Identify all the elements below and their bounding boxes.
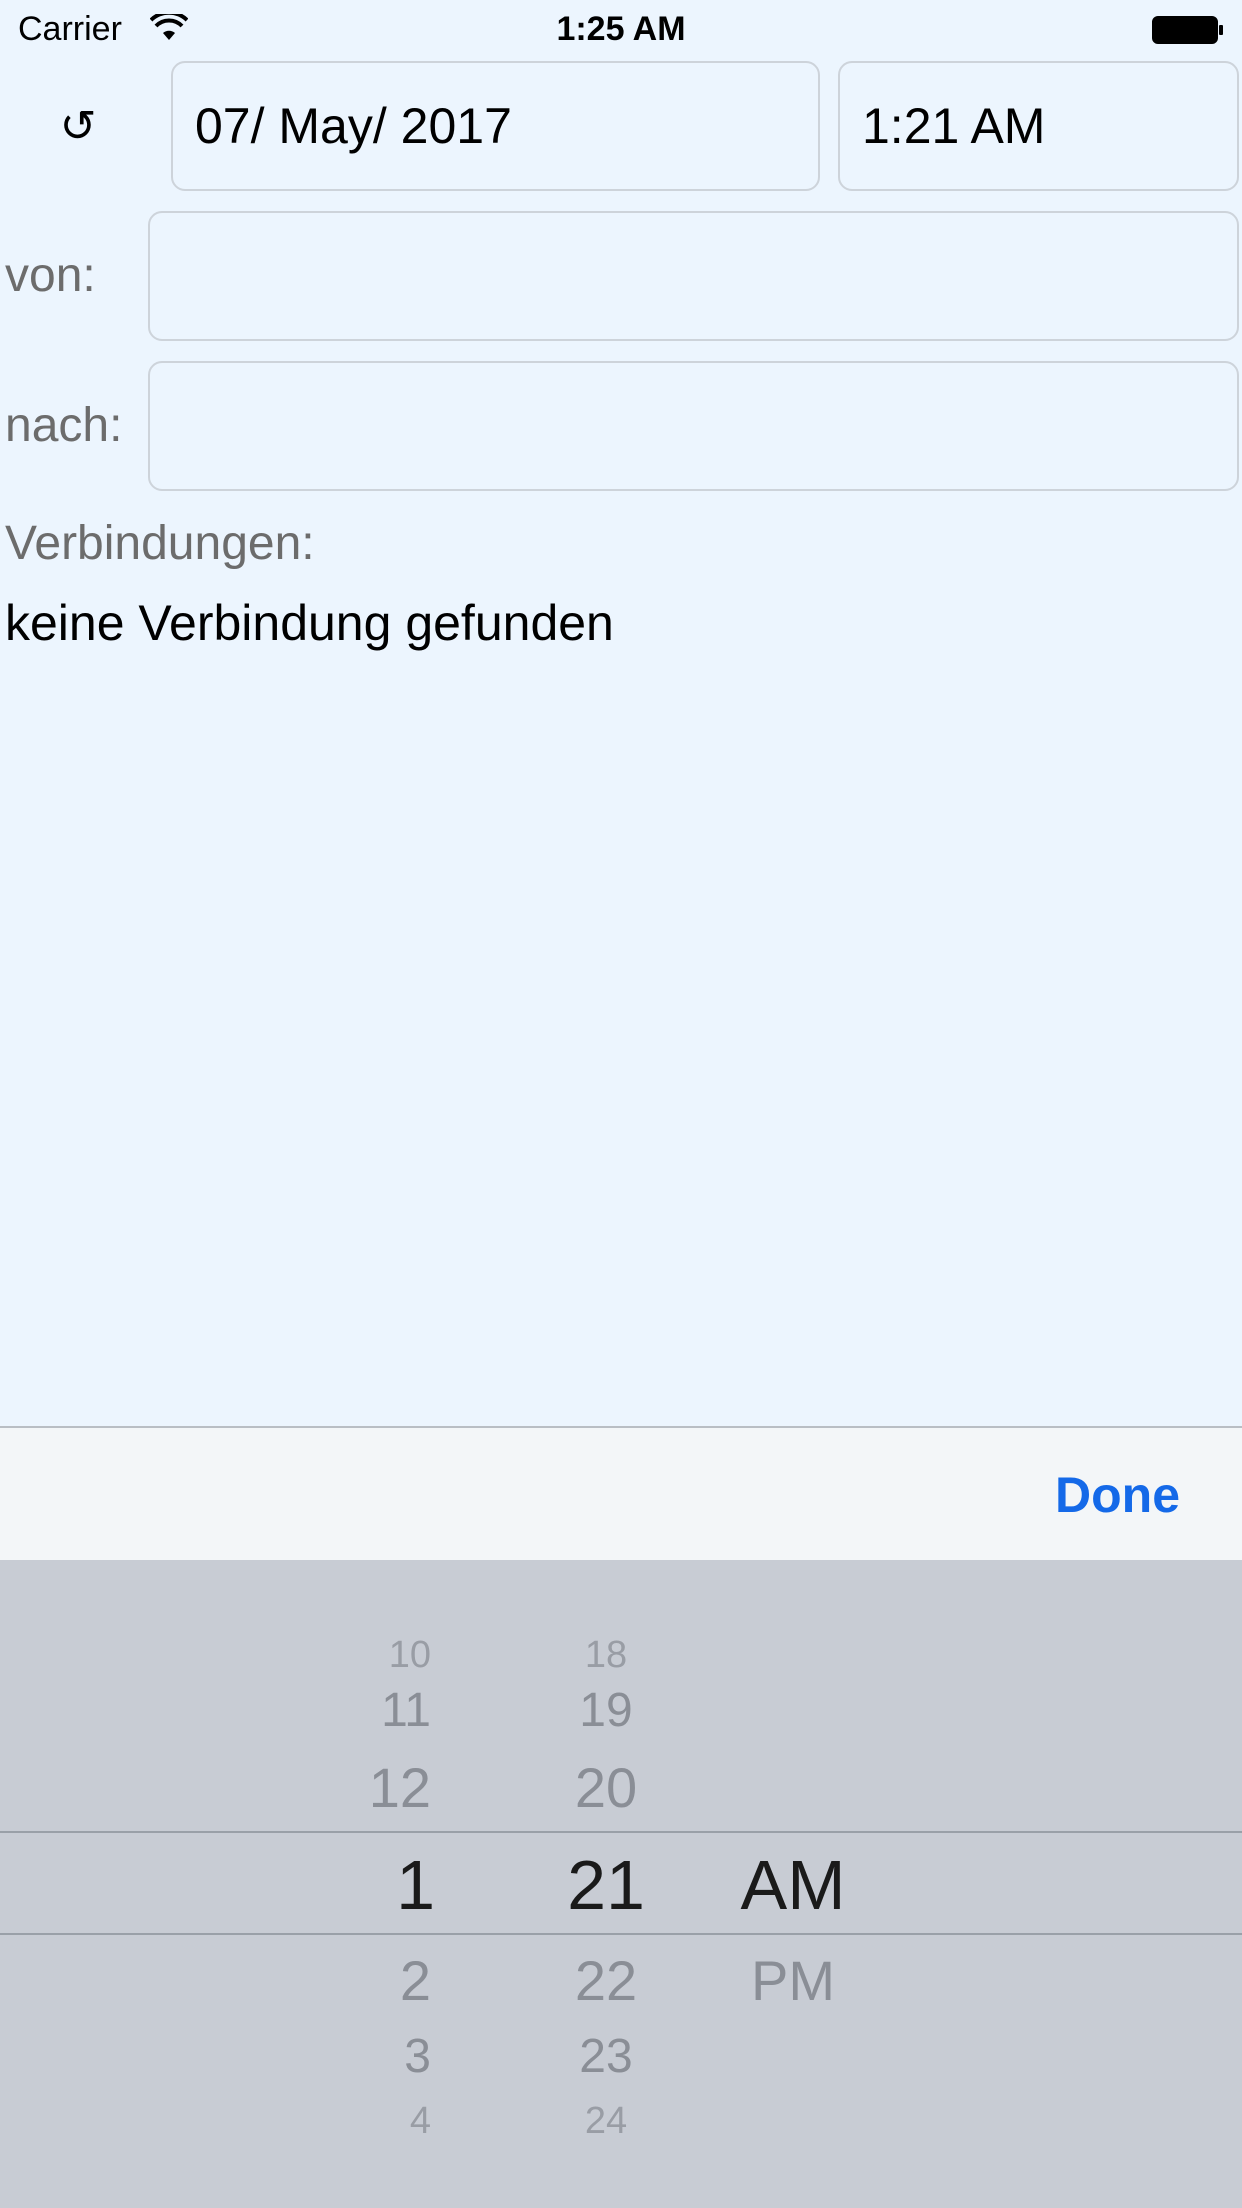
- connections-result: keine Verbindung gefunden: [5, 595, 614, 651]
- to-label: nach:: [5, 399, 123, 452]
- reset-button[interactable]: ↺: [40, 88, 116, 164]
- time-field[interactable]: 1:21 AM: [838, 61, 1239, 191]
- date-value: 07/ May/ 2017: [195, 98, 512, 154]
- minute-option: 19: [579, 1684, 633, 1737]
- time-value: 1:21 AM: [862, 98, 1046, 154]
- hour-option: 10: [388, 1634, 431, 1676]
- minute-option-selected: 21: [567, 1846, 645, 1924]
- connections-label: Verbindungen:: [5, 517, 315, 570]
- status-clock: 1:25 AM: [556, 10, 686, 48]
- minute-option: 24: [584, 2100, 628, 2142]
- time-picker: 10 11 12 1 2 3 4 18 19 20 21 22 23 24 AM…: [0, 1560, 1242, 2208]
- done-button[interactable]: Done: [1055, 1466, 1180, 1524]
- hour-option: 12: [368, 1756, 431, 1819]
- from-label: von:: [5, 249, 96, 302]
- status-bar: Carrier 1:25 AM: [0, 0, 1242, 60]
- period-wheel[interactable]: AM PM: [693, 1560, 893, 2208]
- hour-option: 11: [381, 1684, 431, 1737]
- date-field[interactable]: 07/ May/ 2017: [171, 61, 820, 191]
- minute-option: 23: [579, 2030, 633, 2083]
- hour-option: 2: [399, 1949, 431, 2012]
- minute-option: 22: [574, 1949, 638, 2012]
- from-field[interactable]: [148, 211, 1239, 341]
- picker-toolbar: Done: [0, 1426, 1242, 1560]
- minute-wheel[interactable]: 18 19 20 21 22 23 24: [506, 1560, 706, 2208]
- hour-option: 3: [404, 2030, 431, 2083]
- period-option-selected: AM: [740, 1846, 846, 1924]
- hour-option: 4: [409, 2100, 431, 2142]
- hour-wheel[interactable]: 10 11 12 1 2 3 4: [301, 1560, 501, 2208]
- refresh-icon: ↺: [59, 101, 97, 151]
- minute-option: 20: [574, 1756, 638, 1819]
- minute-option: 18: [584, 1634, 628, 1676]
- period-option: PM: [751, 1949, 835, 2012]
- battery-icon: [1152, 16, 1223, 44]
- hour-option-selected: 1: [396, 1846, 435, 1924]
- to-field[interactable]: [148, 361, 1239, 491]
